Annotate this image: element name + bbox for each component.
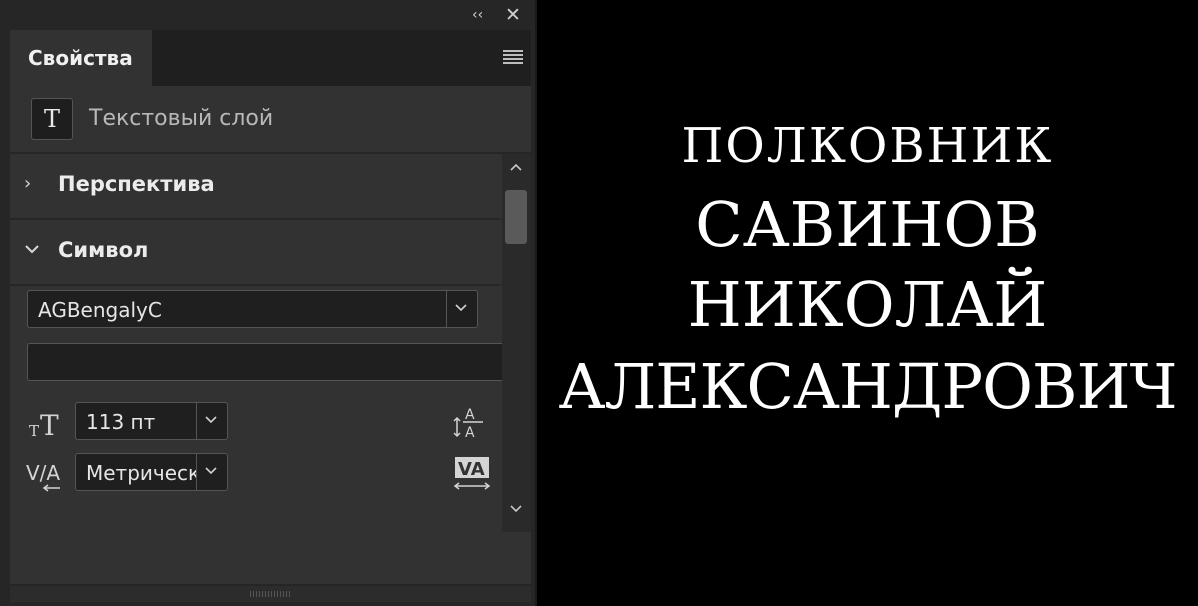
chevron-down-icon xyxy=(205,416,217,424)
font-family-value[interactable]: AGBengalyC xyxy=(38,298,162,322)
section-symbol-title[interactable]: Символ xyxy=(58,238,148,262)
canvas-text-line[interactable]: НИКОЛАЙ xyxy=(537,268,1198,341)
panel-content: T Текстовый слой › Перспектива Символ AG… xyxy=(10,86,531,584)
chevron-down-icon xyxy=(205,467,217,475)
scroll-up-icon[interactable] xyxy=(509,162,523,172)
kerning-dropdown-button[interactable] xyxy=(196,454,227,490)
section-perspective-title[interactable]: Перспектива xyxy=(58,172,215,196)
font-size-icon: T T xyxy=(28,406,64,442)
canvas-text-line[interactable]: АЛЕКСАНДРОВИЧ xyxy=(537,350,1198,423)
section-perspective[interactable]: › Перспектива xyxy=(10,154,500,220)
panel-top-strip: ‹‹ ✕ xyxy=(0,0,535,30)
layer-type-label: Текстовый слой xyxy=(89,106,274,131)
collapse-icon[interactable]: ‹‹ xyxy=(472,7,483,23)
svg-text:VA: VA xyxy=(458,459,485,480)
font-size-value[interactable]: 113 пт xyxy=(86,410,196,434)
font-size-dropdown-button[interactable] xyxy=(196,403,227,439)
scroll-down-icon[interactable] xyxy=(509,504,523,514)
chevron-right-icon[interactable]: › xyxy=(24,173,31,194)
grip-icon xyxy=(250,591,290,597)
panel-menu-icon[interactable] xyxy=(503,50,523,64)
properties-panel: ‹‹ ✕ Свойства T Текстовый слой › Перспек… xyxy=(0,0,537,606)
svg-text:A: A xyxy=(465,407,475,423)
document-canvas[interactable]: ПОЛКОВНИК САВИНОВ НИКОЛАЙ АЛЕКСАНДРОВИЧ xyxy=(537,0,1198,606)
svg-text:T: T xyxy=(29,422,39,440)
kerning-field[interactable]: Метрически xyxy=(75,453,228,491)
canvas-text-line[interactable]: САВИНОВ xyxy=(537,188,1198,261)
kerning-icon: V/A xyxy=(26,458,64,492)
svg-text:T: T xyxy=(40,409,59,440)
scrollbar-thumb[interactable] xyxy=(505,190,527,244)
tab-properties[interactable]: Свойства xyxy=(10,30,152,86)
panel-tab-bar: Свойства xyxy=(10,30,531,86)
chevron-down-icon[interactable] xyxy=(24,239,40,260)
chevron-down-icon xyxy=(455,304,467,312)
panel-resize-grip[interactable] xyxy=(10,586,531,602)
panel-scrollbar[interactable] xyxy=(502,154,531,532)
properties-scroll-area: › Перспектива Символ AGBengalyC T T 113 … xyxy=(10,154,531,584)
canvas-text-line[interactable]: ПОЛКОВНИК xyxy=(537,118,1198,174)
font-size-field[interactable]: 113 пт xyxy=(75,402,228,440)
svg-text:V/A: V/A xyxy=(26,461,60,485)
layer-type-row: T Текстовый слой xyxy=(10,86,531,154)
text-layer-icon: T xyxy=(31,98,73,140)
section-symbol[interactable]: Символ xyxy=(10,220,500,286)
kerning-value[interactable]: Метрически xyxy=(86,461,196,485)
close-icon[interactable]: ✕ xyxy=(505,4,521,26)
font-family-select[interactable]: AGBengalyC xyxy=(27,290,478,328)
svg-text:A: A xyxy=(465,425,475,440)
leading-icon: A A xyxy=(451,404,491,441)
font-style-select[interactable] xyxy=(27,343,507,381)
tracking-icon: VA xyxy=(451,454,491,492)
font-family-dropdown-button[interactable] xyxy=(446,291,477,327)
